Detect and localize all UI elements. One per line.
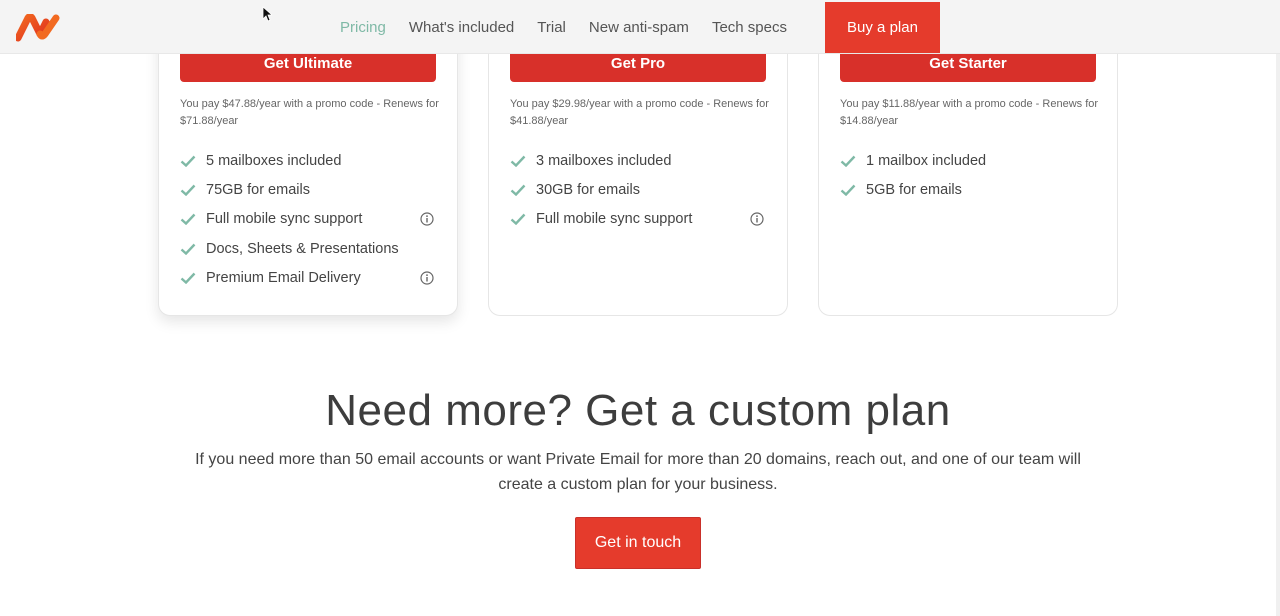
price-note: You pay $29.98/year with a promo code - … bbox=[510, 98, 769, 127]
mouse-pointer-icon bbox=[262, 6, 272, 22]
feature-item: 75GB for emails bbox=[180, 175, 440, 204]
feature-list: 1 mailbox included 5GB for emails bbox=[840, 146, 1100, 205]
nav-trial[interactable]: Trial bbox=[537, 19, 566, 36]
info-icon[interactable] bbox=[420, 271, 434, 285]
check-icon bbox=[840, 184, 856, 196]
nav-pricing[interactable]: Pricing bbox=[340, 19, 386, 36]
check-icon bbox=[180, 213, 196, 226]
feature-label: 5 mailboxes included bbox=[206, 152, 342, 169]
nav-whats-included[interactable]: What's included bbox=[409, 19, 514, 36]
feature-item: Docs, Sheets & Presentations bbox=[180, 234, 440, 263]
feature-label: 1 mailbox included bbox=[866, 152, 987, 169]
custom-plan-heading: Need more? Get a custom plan bbox=[325, 386, 951, 435]
feature-item: 5 mailboxes included bbox=[180, 146, 440, 175]
check-icon bbox=[180, 155, 196, 167]
get-in-touch-button[interactable]: Get in touch bbox=[575, 517, 701, 569]
plan-card-starter: Get Starter You pay $11.88/year with a p… bbox=[818, 20, 1118, 316]
feature-list: 3 mailboxes included 30GB for emails Ful… bbox=[510, 146, 770, 234]
brand-logo-icon[interactable] bbox=[16, 14, 62, 42]
feature-label: 75GB for emails bbox=[206, 181, 310, 198]
price-note: You pay $11.88/year with a promo code - … bbox=[840, 98, 1099, 127]
main-nav: Pricing What's included Trial New anti-s… bbox=[340, 0, 810, 54]
feature-label: Premium Email Delivery bbox=[206, 269, 361, 286]
info-icon[interactable] bbox=[750, 212, 764, 226]
check-icon bbox=[180, 243, 196, 255]
buy-a-plan-button[interactable]: Buy a plan bbox=[825, 2, 940, 53]
feature-item: Full mobile sync support bbox=[510, 205, 770, 234]
check-icon bbox=[510, 155, 526, 167]
feature-item: 3 mailboxes included bbox=[510, 146, 770, 175]
check-icon bbox=[510, 213, 526, 226]
info-icon[interactable] bbox=[420, 212, 434, 226]
feature-item: 1 mailbox included bbox=[840, 146, 1100, 175]
page-scrollbar[interactable] bbox=[1276, 0, 1280, 616]
plan-card-ultimate: Get Ultimate You pay $47.88/year with a … bbox=[158, 20, 458, 316]
feature-label: Docs, Sheets & Presentations bbox=[206, 240, 399, 257]
feature-label: 30GB for emails bbox=[536, 181, 640, 198]
feature-label: 5GB for emails bbox=[866, 181, 962, 198]
check-icon bbox=[510, 184, 526, 196]
feature-label: Full mobile sync support bbox=[206, 211, 363, 228]
plan-card-pro: Get Pro You pay $29.98/year with a promo… bbox=[488, 20, 788, 316]
feature-item: Premium Email Delivery bbox=[180, 263, 440, 292]
feature-item: 5GB for emails bbox=[840, 175, 1100, 204]
feature-label: 3 mailboxes included bbox=[536, 152, 672, 169]
custom-plan-description: If you need more than 50 email accounts … bbox=[195, 451, 1081, 493]
nav-new-anti-spam[interactable]: New anti-spam bbox=[589, 19, 689, 36]
check-icon bbox=[840, 155, 856, 167]
feature-item: 30GB for emails bbox=[510, 175, 770, 204]
check-icon bbox=[180, 184, 196, 196]
nav-tech-specs[interactable]: Tech specs bbox=[712, 19, 787, 36]
feature-item: Full mobile sync support bbox=[180, 205, 440, 234]
top-navigation-bar: Pricing What's included Trial New anti-s… bbox=[0, 0, 1280, 54]
price-note: You pay $47.88/year with a promo code - … bbox=[180, 98, 439, 127]
feature-label: Full mobile sync support bbox=[536, 211, 693, 228]
check-icon bbox=[180, 272, 196, 284]
feature-list: 5 mailboxes included 75GB for emails Ful… bbox=[180, 146, 440, 292]
